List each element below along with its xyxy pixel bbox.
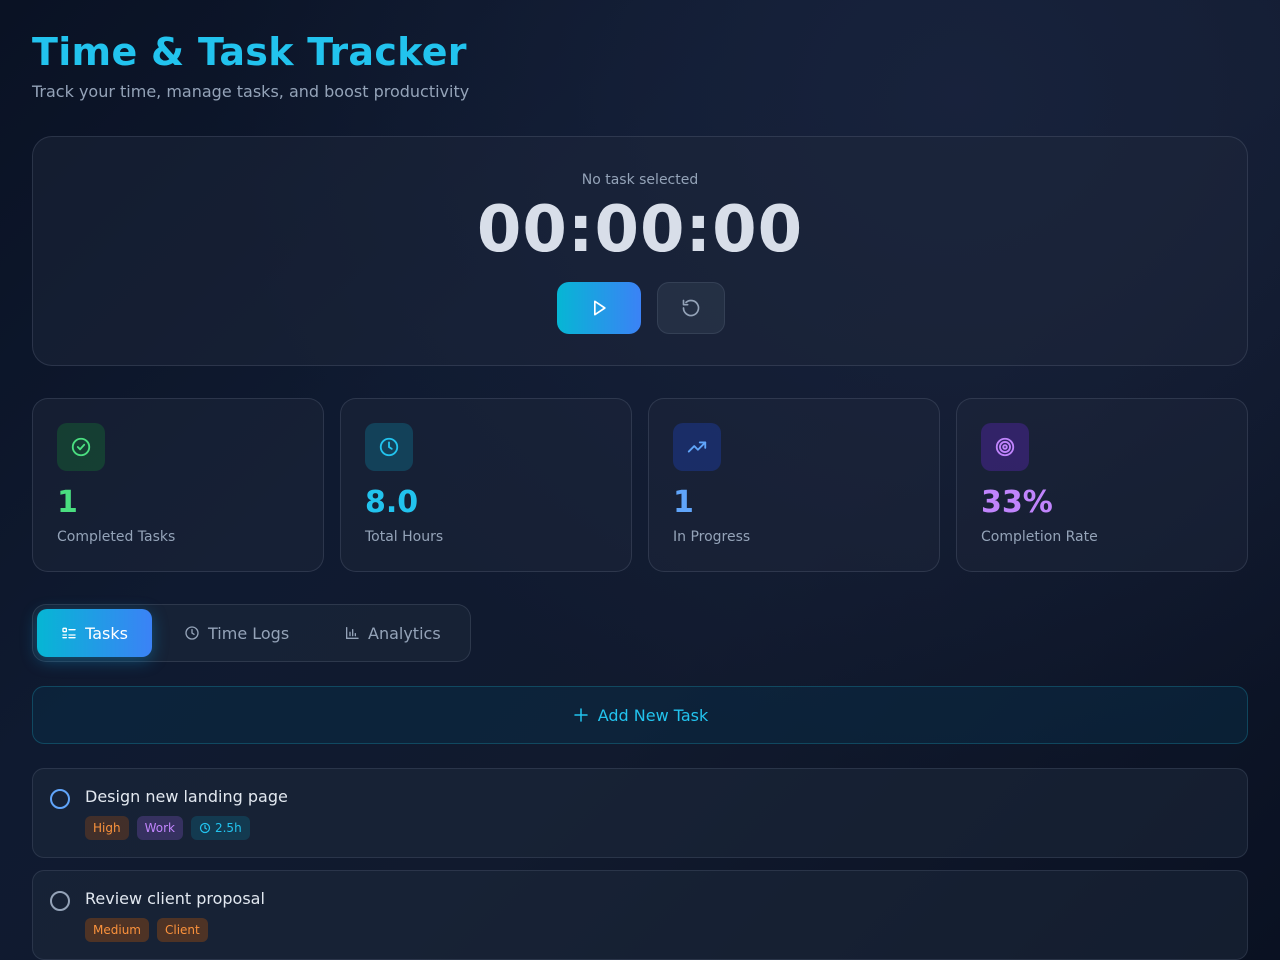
task-item[interactable]: Design new landing page High Work 2.5h: [32, 768, 1248, 858]
priority-badge: High: [85, 816, 129, 840]
clock-icon: [365, 423, 413, 471]
stat-label: Total Hours: [365, 529, 444, 545]
tab-analytics[interactable]: Analytics: [344, 609, 441, 657]
task-title: Design new landing page: [85, 787, 288, 806]
start-timer-button[interactable]: [557, 282, 641, 334]
stat-value: 1: [57, 485, 78, 520]
time-badge: 2.5h: [190, 816, 250, 840]
task-status-toggle[interactable]: [50, 789, 70, 809]
clock-icon: [185, 626, 199, 640]
category-badge: Client: [156, 918, 208, 942]
priority-badge: Medium: [85, 918, 149, 942]
plus-icon: [573, 708, 588, 722]
time-value: 2.5h: [214, 821, 242, 835]
page-title: Time & Task Tracker: [32, 30, 467, 74]
stat-label: Completed Tasks: [57, 529, 176, 545]
stat-value: 8.0: [365, 485, 419, 520]
reset-icon: [682, 299, 700, 317]
add-task-button[interactable]: Add New Task: [32, 686, 1248, 744]
stat-card-completion-rate: 33% Completion Rate: [956, 398, 1248, 572]
tab-label: Time Logs: [208, 623, 290, 643]
stat-value: 1: [673, 485, 694, 520]
task-status-toggle[interactable]: [50, 891, 70, 911]
stat-value: 33%: [981, 485, 1053, 520]
clock-icon: [199, 822, 211, 834]
check-circle-icon: [57, 423, 105, 471]
stat-card-hours: 8.0 Total Hours: [340, 398, 632, 572]
add-task-label: Add New Task: [597, 705, 709, 725]
timer-status: No task selected: [581, 172, 699, 188]
timer-display: 00:00:00: [476, 193, 804, 267]
task-tags: High Work 2.5h: [85, 816, 250, 840]
target-icon: [981, 423, 1029, 471]
task-item[interactable]: Review client proposal Medium Client: [32, 870, 1248, 960]
task-title: Review client proposal: [85, 889, 265, 908]
tab-label: Analytics: [368, 623, 441, 643]
bar-chart-icon: [346, 627, 359, 639]
reset-timer-button[interactable]: [657, 282, 725, 334]
stat-label: Completion Rate: [981, 529, 1098, 545]
play-icon: [594, 300, 606, 316]
category-badge: Work: [136, 816, 183, 840]
tab-bar: Tasks Time Logs Analytics: [32, 604, 471, 662]
tab-time-logs[interactable]: Time Logs: [184, 609, 289, 657]
trending-up-icon: [673, 423, 721, 471]
stat-label: In Progress: [673, 529, 751, 545]
stat-card-completed: 1 Completed Tasks: [32, 398, 324, 572]
tab-tasks[interactable]: Tasks: [37, 609, 152, 657]
timer-card: No task selected 00:00:00: [32, 136, 1248, 366]
task-tags: Medium Client: [85, 918, 208, 942]
page-subtitle: Track your time, manage tasks, and boost…: [32, 82, 470, 101]
list-icon: [62, 627, 76, 639]
tab-label: Tasks: [85, 623, 128, 643]
stat-card-in-progress: 1 In Progress: [648, 398, 940, 572]
